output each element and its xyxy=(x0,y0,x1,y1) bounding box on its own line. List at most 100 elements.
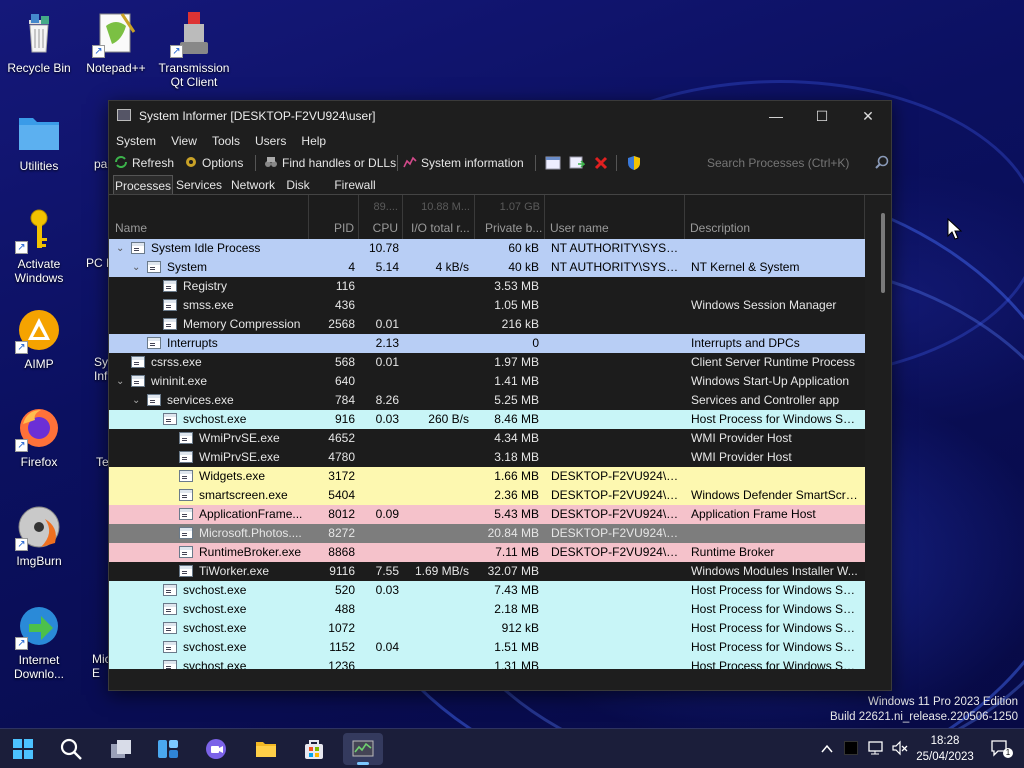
network-icon[interactable] xyxy=(867,739,885,757)
process-row[interactable]: TiWorker.exe 9116 7.55 1.69 MB/s 32.07 MB Win… xyxy=(109,562,865,581)
chevron-down-icon[interactable]: ⌄ xyxy=(132,258,140,277)
options-button[interactable]: Options xyxy=(184,152,243,174)
system-informer-window[interactable]: System Informer [DESKTOP-F2VU924\user] —… xyxy=(108,100,892,691)
process-icon xyxy=(163,584,177,596)
desktop-icon-aimp[interactable]: ↗ AIMP xyxy=(1,306,77,371)
process-row[interactable]: RuntimeBroker.exe 8868 7.11 MB DESKTOP-F2VU… xyxy=(109,543,865,562)
process-row[interactable]: svchost.exe 916 0.03 260 B/s 8.46 MB Host Pro… xyxy=(109,410,865,429)
process-row[interactable]: ⌄ services.exe 784 8.26 5.25 MB Services and … xyxy=(109,391,865,410)
column-header-name[interactable]: Name xyxy=(109,195,309,239)
process-name: Microsoft.Photos.... xyxy=(199,526,302,540)
process-row[interactable]: smartscreen.exe 5404 2.36 MB DESKTOP-F2VU92… xyxy=(109,486,865,505)
tab-network[interactable]: Network xyxy=(227,175,279,195)
menu-tools[interactable]: Tools xyxy=(212,131,240,151)
tab-processes[interactable]: Processes xyxy=(113,175,173,195)
process-row[interactable]: Registry 116 3.53 MB xyxy=(109,277,865,296)
desktop-icon-label: Transmission Qt Client xyxy=(158,61,230,89)
minimize-button[interactable]: — xyxy=(753,101,799,131)
process-row[interactable]: ⌄ wininit.exe 640 1.41 MB Windows Start-Up A… xyxy=(109,372,865,391)
process-row[interactable]: Widgets.exe 3172 1.66 MB DESKTOP-F2VU924\us… xyxy=(109,467,865,486)
process-row[interactable]: smss.exe 436 1.05 MB Windows Session Manage… xyxy=(109,296,865,315)
process-row[interactable]: Interrupts 2.13 0 Interrupts and DPCs xyxy=(109,334,865,353)
shortcut-arrow-icon: ↗ xyxy=(92,45,105,58)
process-row[interactable]: ApplicationFrame... 8012 0.09 5.43 MB DESKTO… xyxy=(109,505,865,524)
column-header-private[interactable]: 1.07 GB Private b... xyxy=(475,195,545,239)
maximize-button[interactable]: ☐ xyxy=(799,101,845,131)
desktop-icon-utilities[interactable]: Utilities xyxy=(1,108,77,173)
menu-users[interactable]: Users xyxy=(255,131,286,151)
menu-view[interactable]: View xyxy=(171,131,197,151)
desktop-icon-activate-windows[interactable]: ↗ Activate Windows xyxy=(1,206,77,285)
process-row[interactable]: svchost.exe 1236 1.31 MB Host Process for W… xyxy=(109,657,865,669)
clock-date: 25/04/2023 xyxy=(916,751,974,763)
process-row[interactable]: WmiPrvSE.exe 4652 4.34 MB WMI Provider Host xyxy=(109,429,865,448)
tray-app-icon[interactable] xyxy=(844,741,858,755)
tab-disk[interactable]: Disk xyxy=(283,175,313,195)
process-row[interactable]: csrss.exe 568 0.01 1.97 MB Client Server Run… xyxy=(109,353,865,372)
volume-muted-icon[interactable] xyxy=(891,739,909,757)
chevron-down-icon[interactable]: ⌄ xyxy=(132,391,140,410)
process-name: svchost.exe xyxy=(183,621,247,635)
desktop-icon-notepadpp[interactable]: ↗ Notepad++ xyxy=(78,10,154,75)
process-pid: 784 xyxy=(334,393,355,407)
column-header-description[interactable]: Description xyxy=(685,195,865,239)
desktop-icon-transmission[interactable]: ↗ Transmission Qt Client xyxy=(156,10,232,89)
terminate-icon[interactable] xyxy=(594,156,608,170)
column-header-io[interactable]: 10.88 M... I/O total r... xyxy=(403,195,475,239)
chevron-down-icon[interactable]: ⌄ xyxy=(116,239,124,258)
window-icon[interactable] xyxy=(545,156,561,170)
aimp-icon: ↗ xyxy=(15,306,63,354)
tab-services[interactable]: Services xyxy=(175,175,223,195)
horizontal-scroll-area[interactable] xyxy=(109,669,891,689)
menu-system[interactable]: System xyxy=(116,131,156,151)
process-row[interactable]: svchost.exe 1152 0.04 1.51 MB Host Process f… xyxy=(109,638,865,657)
search-processes-input[interactable] xyxy=(707,152,877,174)
search-icon[interactable] xyxy=(875,155,889,169)
refresh-button[interactable]: Refresh xyxy=(114,152,174,174)
process-row[interactable]: svchost.exe 488 2.18 MB Host Process for Wi… xyxy=(109,600,865,619)
teams-chat-button[interactable] xyxy=(196,733,236,765)
store-icon xyxy=(305,740,323,759)
microsoft-store-button[interactable] xyxy=(294,733,334,765)
find-handles-button[interactable]: Find handles or DLLs xyxy=(264,152,396,174)
desktop-icon-internet-download-manager[interactable]: ↗ Internet Downlo... xyxy=(1,602,77,681)
close-button[interactable]: ✕ xyxy=(845,101,891,131)
vertical-scrollbar-thumb[interactable] xyxy=(881,213,885,293)
process-cpu: 0.03 xyxy=(375,583,399,597)
process-list[interactable]: Name PID 89.... CPU 10.88 M... I/O total… xyxy=(109,195,865,669)
window-go-icon[interactable] xyxy=(569,156,585,170)
process-row[interactable]: ⌄ System Idle Process 10.78 60 kB NT AUTHORI… xyxy=(109,239,865,258)
desktop-icon-recycle-bin[interactable]: Recycle Bin xyxy=(1,10,77,75)
toolbar-separator xyxy=(616,155,617,171)
process-row[interactable]: ⌄ System 4 5.14 4 kB/s 40 kB NT AUTHORITY\SYST… xyxy=(109,258,865,277)
notification-center-button[interactable]: 1 xyxy=(990,739,1013,759)
chevron-down-icon[interactable]: ⌄ xyxy=(116,372,124,391)
process-row[interactable]: Memory Compression 2568 0.01 216 kB xyxy=(109,315,865,334)
desktop-icon-imgburn[interactable]: ↗ ImgBurn xyxy=(1,503,77,568)
system-informer-taskbar-button[interactable] xyxy=(343,733,383,765)
widgets-button[interactable] xyxy=(148,733,188,765)
taskbar-search-button[interactable] xyxy=(51,733,91,765)
menu-help[interactable]: Help xyxy=(301,131,326,151)
process-description: NT Kernel & System xyxy=(691,260,800,274)
shield-icon[interactable] xyxy=(626,155,642,171)
chevron-up-icon[interactable] xyxy=(820,742,834,756)
binoculars-icon xyxy=(265,157,277,167)
title-bar[interactable]: System Informer [DESKTOP-F2VU924\user] —… xyxy=(109,101,891,131)
desktop-icon-firefox[interactable]: ↗ Firefox xyxy=(1,404,77,469)
process-row[interactable]: WmiPrvSE.exe 4780 3.18 MB WMI Provider Host xyxy=(109,448,865,467)
column-header-cpu[interactable]: 89.... CPU xyxy=(359,195,403,239)
taskbar-clock[interactable]: 18:28 25/04/2023 xyxy=(910,733,980,765)
file-explorer-button[interactable] xyxy=(246,733,286,765)
column-header-pid[interactable]: PID xyxy=(309,195,359,239)
process-row[interactable]: svchost.exe 520 0.03 7.43 MB Host Process fo… xyxy=(109,581,865,600)
tab-firewall[interactable]: Firewall xyxy=(329,175,381,195)
task-view-button[interactable] xyxy=(101,733,141,765)
desktop-icon-label: Activate Windows xyxy=(14,257,64,285)
process-row[interactable]: svchost.exe 1072 912 kB Host Process for Wi… xyxy=(109,619,865,638)
process-row[interactable]: Microsoft.Photos.... 8272 20.84 MB DESKTOP-… xyxy=(109,524,865,543)
system-information-button[interactable]: System information xyxy=(403,152,524,174)
process-icon xyxy=(147,394,161,406)
start-button[interactable] xyxy=(3,733,43,765)
column-header-user[interactable]: User name xyxy=(545,195,685,239)
